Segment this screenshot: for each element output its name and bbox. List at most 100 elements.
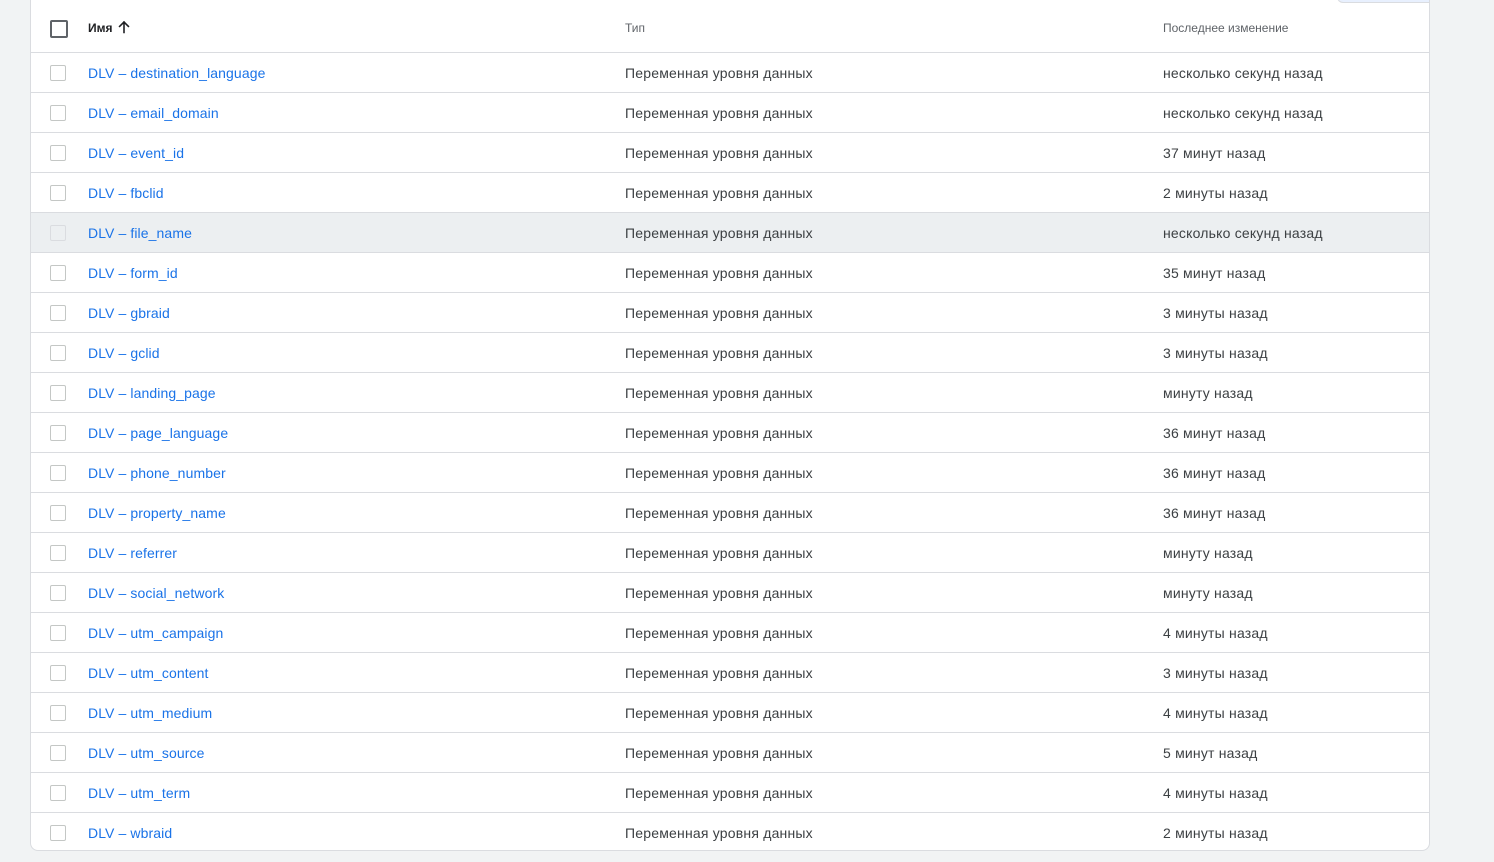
row-checkbox[interactable]	[50, 65, 66, 81]
variable-name-link[interactable]: DLV – event_id	[88, 145, 184, 161]
variable-name-link[interactable]: DLV – phone_number	[88, 465, 226, 481]
row-checkbox[interactable]	[50, 505, 66, 521]
modified-cell: минуту назад	[1163, 385, 1253, 401]
variable-name-link[interactable]: DLV – destination_language	[88, 65, 265, 81]
variable-name-link[interactable]: DLV – fbclid	[88, 185, 164, 201]
name-cell: DLV – utm_term	[88, 773, 190, 813]
table-row[interactable]: DLV – referrer Переменная уровня данных ми…	[31, 533, 1429, 573]
table-row[interactable]: DLV – gbraid Переменная уровня данных 3 ми…	[31, 293, 1429, 333]
table-row[interactable]: DLV – social_network Переменная уровня да…	[31, 573, 1429, 613]
name-cell: DLV – utm_source	[88, 733, 205, 773]
table-row[interactable]: DLV – landing_page Переменная уровня данн…	[31, 373, 1429, 413]
modified-cell: 36 минут назад	[1163, 465, 1266, 481]
row-checkbox[interactable]	[50, 825, 66, 841]
row-checkbox[interactable]	[50, 345, 66, 361]
variable-name-link[interactable]: DLV – utm_medium	[88, 705, 212, 721]
table-row[interactable]: DLV – utm_content Переменная уровня данны…	[31, 653, 1429, 693]
row-checkbox[interactable]	[50, 705, 66, 721]
variable-name-link[interactable]: DLV – file_name	[88, 225, 192, 241]
type-cell: Переменная уровня данных	[625, 185, 813, 201]
type-cell: Переменная уровня данных	[625, 545, 813, 561]
table-row[interactable]: DLV – property_name Переменная уровня дан…	[31, 493, 1429, 533]
column-header-modified[interactable]: Последнее изменение	[1163, 1, 1288, 55]
row-checkbox[interactable]	[50, 105, 66, 121]
table-row[interactable]: DLV – phone_number Переменная уровня данн…	[31, 453, 1429, 493]
variable-name-link[interactable]: DLV – landing_page	[88, 385, 216, 401]
variable-name-link[interactable]: DLV – property_name	[88, 505, 226, 521]
type-cell: Переменная уровня данных	[625, 665, 813, 681]
variable-name-link[interactable]: DLV – page_language	[88, 425, 228, 441]
modified-cell: несколько секунд назад	[1163, 225, 1323, 241]
row-checkbox[interactable]	[50, 265, 66, 281]
table-row[interactable]: DLV – email_domain Переменная уровня данн…	[31, 93, 1429, 133]
modified-cell: 5 минут назад	[1163, 745, 1258, 761]
modified-cell: 3 минуты назад	[1163, 345, 1268, 361]
row-checkbox[interactable]	[50, 545, 66, 561]
table-row[interactable]: DLV – page_language Переменная уровня дан…	[31, 413, 1429, 453]
modified-cell: 3 минуты назад	[1163, 665, 1268, 681]
table-body: DLV – destination_language Переменная уро…	[31, 53, 1429, 850]
modified-cell: 36 минут назад	[1163, 505, 1266, 521]
row-checkbox[interactable]	[50, 305, 66, 321]
table-header: Имя Тип Последнее изменение	[31, 1, 1429, 55]
type-cell: Переменная уровня данных	[625, 345, 813, 361]
table-row[interactable]: DLV – utm_source Переменная уровня данных…	[31, 733, 1429, 773]
variable-name-link[interactable]: DLV – social_network	[88, 585, 224, 601]
row-checkbox[interactable]	[50, 385, 66, 401]
table-row[interactable]: DLV – wbraid Переменная уровня данных 2 ми…	[31, 813, 1429, 850]
type-cell: Переменная уровня данных	[625, 225, 813, 241]
table-row[interactable]: DLV – utm_medium Переменная уровня данных…	[31, 693, 1429, 733]
modified-cell: 4 минуты назад	[1163, 625, 1268, 641]
select-all-checkbox[interactable]	[50, 20, 68, 38]
table-row[interactable]: DLV – utm_campaign Переменная уровня данн…	[31, 613, 1429, 653]
table-row[interactable]: DLV – file_name Переменная уровня данных н…	[31, 213, 1429, 253]
variable-name-link[interactable]: DLV – utm_campaign	[88, 625, 223, 641]
row-checkbox[interactable]	[50, 665, 66, 681]
modified-cell: 4 минуты назад	[1163, 705, 1268, 721]
modified-cell: несколько секунд назад	[1163, 105, 1323, 121]
table-row[interactable]: DLV – gclid Переменная уровня данных 3 мин…	[31, 333, 1429, 373]
name-cell: DLV – wbraid	[88, 813, 172, 850]
variable-name-link[interactable]: DLV – referrer	[88, 545, 177, 561]
type-cell: Переменная уровня данных	[625, 505, 813, 521]
name-cell: DLV – fbclid	[88, 173, 164, 213]
type-cell: Переменная уровня данных	[625, 385, 813, 401]
name-cell: DLV – landing_page	[88, 373, 216, 413]
variable-name-link[interactable]: DLV – gbraid	[88, 305, 170, 321]
variable-name-link[interactable]: DLV – utm_source	[88, 745, 205, 761]
row-checkbox[interactable]	[50, 625, 66, 641]
name-cell: DLV – social_network	[88, 573, 224, 613]
row-checkbox[interactable]	[50, 145, 66, 161]
type-cell: Переменная уровня данных	[625, 825, 813, 841]
variable-name-link[interactable]: DLV – utm_content	[88, 665, 209, 681]
name-cell: DLV – file_name	[88, 213, 192, 253]
variable-name-link[interactable]: DLV – email_domain	[88, 105, 219, 121]
column-header-name[interactable]: Имя	[88, 1, 131, 55]
name-cell: DLV – page_language	[88, 413, 228, 453]
variables-table-card: Имя Тип Последнее изменение DLV – destin…	[30, 0, 1430, 851]
row-checkbox[interactable]	[50, 225, 66, 241]
variable-name-link[interactable]: DLV – form_id	[88, 265, 178, 281]
name-cell: DLV – destination_language	[88, 53, 265, 93]
table-row[interactable]: DLV – utm_term Переменная уровня данных 4 …	[31, 773, 1429, 813]
row-checkbox[interactable]	[50, 425, 66, 441]
variable-name-link[interactable]: DLV – gclid	[88, 345, 160, 361]
name-cell: DLV – form_id	[88, 253, 178, 293]
name-cell: DLV – email_domain	[88, 93, 219, 133]
column-header-type[interactable]: Тип	[625, 1, 645, 55]
type-cell: Переменная уровня данных	[625, 625, 813, 641]
name-cell: DLV – utm_content	[88, 653, 209, 693]
row-checkbox[interactable]	[50, 785, 66, 801]
table-row[interactable]: DLV – fbclid Переменная уровня данных 2 ми…	[31, 173, 1429, 213]
row-checkbox[interactable]	[50, 745, 66, 761]
table-row[interactable]: DLV – event_id Переменная уровня данных 37…	[31, 133, 1429, 173]
row-checkbox[interactable]	[50, 185, 66, 201]
table-row[interactable]: DLV – form_id Переменная уровня данных 35 …	[31, 253, 1429, 293]
variable-name-link[interactable]: DLV – utm_term	[88, 785, 190, 801]
row-checkbox[interactable]	[50, 585, 66, 601]
modified-cell: 36 минут назад	[1163, 425, 1266, 441]
table-row[interactable]: DLV – destination_language Переменная уро…	[31, 53, 1429, 93]
row-checkbox[interactable]	[50, 465, 66, 481]
name-cell: DLV – referrer	[88, 533, 177, 573]
variable-name-link[interactable]: DLV – wbraid	[88, 825, 172, 841]
